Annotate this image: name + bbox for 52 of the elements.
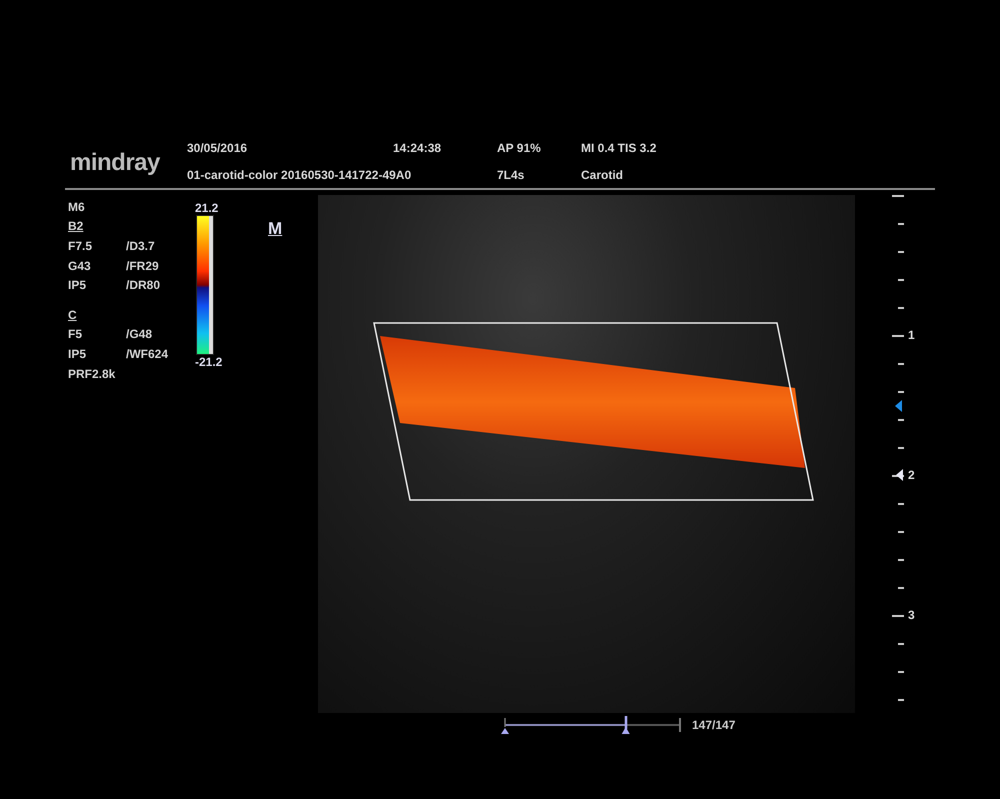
orientation-mark: M [268,219,282,240]
section-label: C [68,308,77,322]
logo-wordmark: mindray [70,148,160,177]
parameter-label: IP5 [68,346,88,361]
parameter-value: /DR80 [126,278,160,292]
exam-time: 14:24:38 [393,141,442,155]
thermal-indices: MI 0.4 TIS 3.2 [581,141,656,155]
scale-tick [892,615,904,617]
scale-tick [898,531,904,533]
scale-tick [898,643,904,645]
scale-tick [898,251,904,253]
depth-label: 3 [908,608,915,622]
acoustic-power: AP 91% [497,141,541,155]
frame-counter: 147/147 [692,718,736,732]
scale-tick [898,699,904,701]
parameter-label: M6 [68,200,85,214]
depth-label: 2 [908,468,915,482]
scale-tick [892,195,904,197]
depth-label: 1 [908,328,915,342]
scale-tick [898,503,904,505]
parameter-label: F5 [68,327,84,342]
scale-tick [898,419,904,421]
parameter-value: /D3.7 [126,238,155,253]
file-name: 01-carotid-color 20160530-141722-49A0 [187,168,412,182]
scale-tick [898,559,904,561]
parameter-label: F7.5 [68,238,94,253]
parameter-value: /WF624 [126,346,168,361]
probe-name: 7L4s [497,168,524,182]
parameter-value: /G48 [126,327,152,342]
scale-tick [892,335,904,337]
slider-thumb[interactable] [622,716,630,734]
parameter-value: /FR29 [126,258,159,273]
focus-marker-icon [895,400,903,412]
exam-preset: Carotid [581,168,623,182]
parameter-label: G43 [68,258,92,273]
parameter-label: IP5 [68,278,88,292]
scale-tick [898,391,904,393]
scale-tick [898,447,904,449]
scale-max-label: 21.2 [195,201,218,215]
scale-tick [898,279,904,281]
depth-marker-icon [896,469,904,481]
parameter-label: PRF2.8k [68,366,116,381]
scale-min-label: -21.2 [195,355,222,369]
scale-tick [898,307,904,309]
scale-tick [898,363,904,365]
section-label: B2 [68,219,84,234]
exam-date: 30/05/2016 [187,141,248,155]
color-box[interactable] [373,322,814,501]
start-marker-icon[interactable] [501,728,509,734]
scale-tick [898,587,904,589]
scale-tick [898,223,904,225]
scale-tick [898,671,904,673]
